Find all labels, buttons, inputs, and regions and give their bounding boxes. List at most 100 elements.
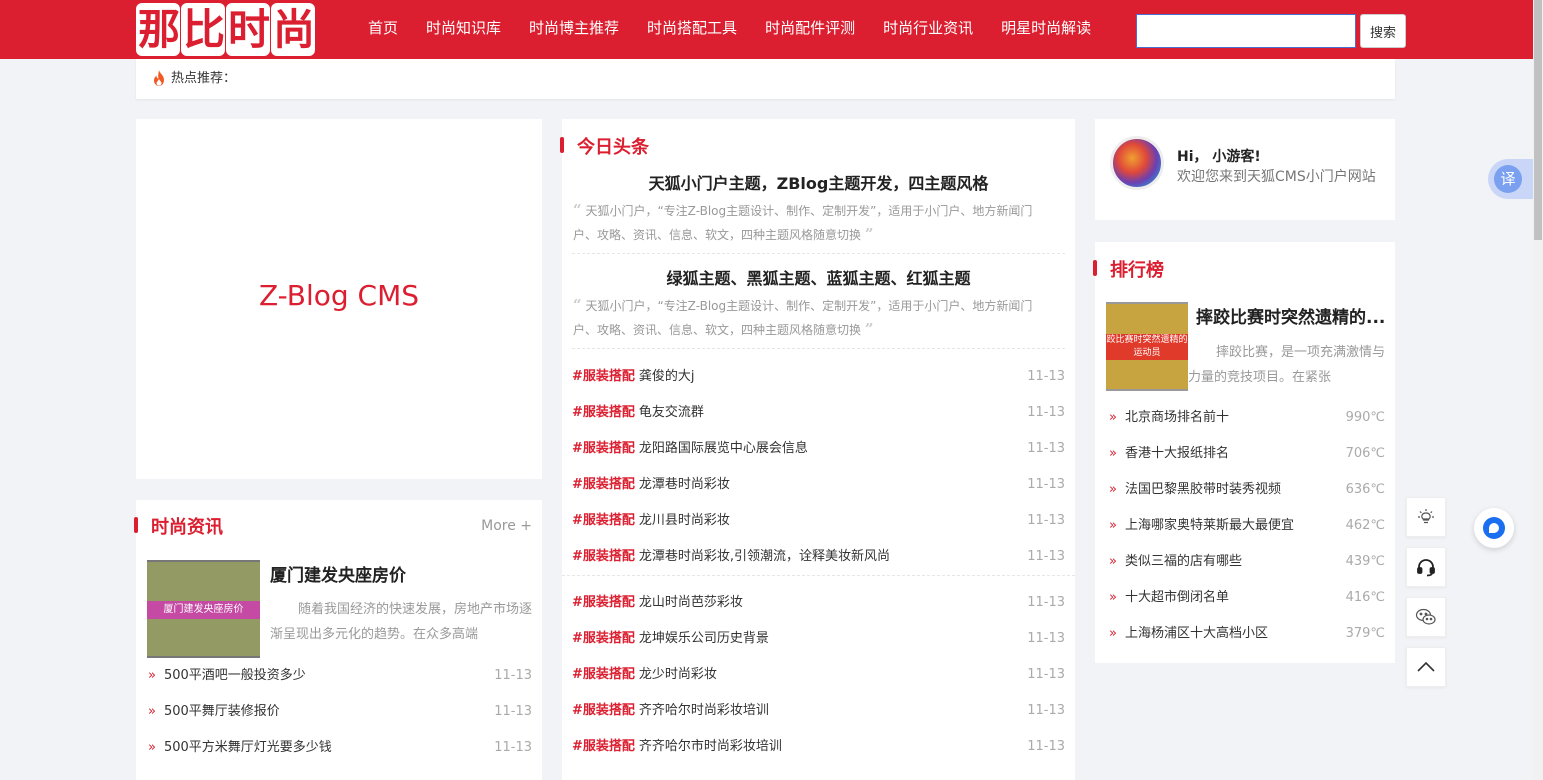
list-item[interactable]: » 500平方米舞厅灯光要多少钱 11-13: [148, 730, 532, 766]
feature-title[interactable]: 厦门建发央座房价: [270, 561, 532, 586]
list-item-title: 龙川县时尚彩妆: [638, 513, 730, 528]
category-tag[interactable]: #服装搭配: [572, 739, 635, 754]
chevron-right-icon: »: [1109, 410, 1117, 425]
ranking-item[interactable]: » 香港十大报纸排名 706℃: [1109, 436, 1385, 472]
search-button[interactable]: 搜索: [1360, 14, 1406, 48]
headline-desc-text: 天狐小门户，“专注Z-Blog主题设计、制作、定制开发”，适用于小门户、地方新闻…: [573, 299, 1033, 337]
list-item-date: 11-13: [1027, 477, 1065, 492]
category-tag[interactable]: #服装搭配: [572, 369, 635, 384]
category-tag[interactable]: #服装搭配: [572, 703, 635, 718]
welcome-greeting: Hi， 小游客!: [1177, 149, 1261, 165]
list-item[interactable]: #服装搭配 齐齐哈尔市时尚彩妆培训 11-13: [572, 729, 1065, 765]
category-tag[interactable]: #服装搭配: [572, 595, 635, 610]
wechat-icon: [1415, 608, 1436, 625]
list-item-date: 11-13: [1027, 405, 1065, 420]
headline-title[interactable]: 绿狐主题、黑狐主题、蓝狐主题、红狐主题: [572, 265, 1065, 289]
fashion-news-panel: 时尚资讯 More + 厦门建发央座房价 厦门建发央座房价 随着我国经济的快速发…: [134, 500, 542, 780]
chevron-right-icon: »: [1109, 626, 1117, 641]
ranking-item-heat: 439℃: [1345, 554, 1385, 569]
ranking-item-heat: 706℃: [1345, 446, 1385, 461]
translate-button[interactable]: 译: [1488, 159, 1533, 199]
page-scrollbar[interactable]: [1533, 0, 1543, 780]
ranking-item-title: 法国巴黎黑胶带时装秀视频: [1124, 482, 1281, 497]
list-item[interactable]: #服装搭配 龙少时尚彩妆 11-13: [572, 657, 1065, 693]
nav-item-celebrity[interactable]: 明星时尚解读: [987, 0, 1105, 59]
headline-title[interactable]: 天狐小门户主题，ZBlog主题开发，四主题风格: [572, 170, 1065, 194]
nav-item-accessories[interactable]: 时尚配件评测: [751, 0, 869, 59]
ranking-item-title: 北京商场排名前十: [1124, 410, 1229, 425]
ranking-item[interactable]: » 北京商场排名前十 990℃: [1109, 400, 1385, 436]
list-item[interactable]: #服装搭配 齐齐哈尔时尚彩妆培训 11-13: [572, 693, 1065, 729]
headline-desc: “ 天狐小门户，“专注Z-Blog主题设计、制作、定制开发”，适用于小门户、地方…: [573, 199, 1056, 247]
customer-service-button[interactable]: [1406, 547, 1446, 587]
category-tag[interactable]: #服装搭配: [572, 549, 635, 564]
ranking-item[interactable]: » 法国巴黎黑胶带时装秀视频 636℃: [1109, 472, 1385, 508]
list-item-date: 11-13: [1027, 595, 1065, 610]
list-item[interactable]: #服装搭配 龙潭巷时尚彩妆 11-13: [572, 467, 1065, 503]
hot-recommend-bar: 热点推荐：: [136, 59, 1395, 99]
chat-icon: [1483, 517, 1505, 539]
ranking-item[interactable]: » 上海杨浦区十大高档小区 379℃: [1109, 616, 1385, 652]
list-item[interactable]: #服装搭配 龚俊的大j 11-13: [572, 359, 1065, 395]
ranking-item-heat: 462℃: [1345, 518, 1385, 533]
ranking-item-title: 十大超市倒闭名单: [1124, 590, 1229, 605]
scrollbar-thumb[interactable]: [1534, 0, 1542, 240]
banner-panel[interactable]: Z-Blog CMS: [136, 119, 542, 479]
list-item[interactable]: » 500平舞厅装修报价 11-13: [148, 694, 532, 730]
nav-item-home[interactable]: 首页: [354, 0, 412, 59]
ranking-feature-desc: 摔跤比赛，是一项充满激情与力量的竞技项目。在紧张: [1188, 345, 1386, 385]
search-input[interactable]: [1136, 14, 1356, 48]
list-item-title: 龚俊的大j: [638, 369, 695, 384]
ranking-item-title: 香港十大报纸排名: [1124, 446, 1229, 461]
chevron-right-icon: »: [148, 668, 156, 683]
list-item[interactable]: » 500平酒吧一般投资多少 11-13: [148, 658, 532, 694]
ranking-item[interactable]: » 类似三福的店有哪些 439℃: [1109, 544, 1385, 580]
ranking-item[interactable]: » 上海哪家奥特莱斯最大最便宜 462℃: [1109, 508, 1385, 544]
list-item[interactable]: #服装搭配 龙山时尚芭莎彩妆 11-13: [572, 585, 1065, 621]
logo-character: 尚: [271, 3, 315, 56]
welcome-message: 欢迎您来到天狐CMS小门户网站: [1177, 169, 1376, 185]
nav-item-tools[interactable]: 时尚搭配工具: [633, 0, 751, 59]
category-tag[interactable]: #服装搭配: [572, 405, 635, 420]
headline-desc: “ 天狐小门户，“专注Z-Blog主题设计、制作、定制开发”，适用于小门户、地方…: [573, 294, 1056, 342]
wechat-button[interactable]: [1406, 597, 1446, 637]
list-item[interactable]: #服装搭配 龙川县时尚彩妆 11-13: [572, 503, 1065, 539]
site-logo[interactable]: 那比时尚: [136, 3, 330, 56]
ranking-feature-thumbnail[interactable]: 跤比赛时突然遗精的运动员: [1106, 302, 1188, 391]
list-item-title: 500平舞厅装修报价: [163, 704, 280, 719]
nav-item-bloggers[interactable]: 时尚博主推荐: [515, 0, 633, 59]
chevron-right-icon: »: [1109, 590, 1117, 605]
list-item-date: 11-13: [494, 668, 532, 683]
bulb-icon: [1418, 509, 1434, 524]
theme-toggle-button[interactable]: [1406, 497, 1446, 537]
list-item[interactable]: #服装搭配 龟友交流群 11-13: [572, 395, 1065, 431]
category-tag[interactable]: #服装搭配: [572, 477, 635, 492]
category-tag[interactable]: #服装搭配: [572, 667, 635, 682]
category-tag[interactable]: #服装搭配: [572, 513, 635, 528]
list-item-date: 11-13: [1027, 667, 1065, 682]
chat-bubble-button[interactable]: [1474, 508, 1514, 548]
headline-desc-text: 天狐小门户，“专注Z-Blog主题设计、制作、定制开发”，适用于小门户、地方新闻…: [573, 204, 1033, 242]
headlines-panel: 今日头条 天狐小门户主题，ZBlog主题开发，四主题风格 “ 天狐小门户，“专注…: [560, 119, 1075, 780]
back-to-top-button[interactable]: [1406, 647, 1446, 687]
ranking-item-heat: 416℃: [1345, 590, 1385, 605]
feature-thumbnail[interactable]: 厦门建发央座房价: [147, 560, 260, 658]
divider: [572, 348, 1065, 349]
category-tag[interactable]: #服装搭配: [572, 631, 635, 646]
nav-item-industry[interactable]: 时尚行业资讯: [869, 0, 987, 59]
more-link[interactable]: More +: [481, 518, 532, 534]
thumbnail-caption: 跤比赛时突然遗精的运动员: [1106, 334, 1188, 360]
ranking-item-title: 上海杨浦区十大高档小区: [1124, 626, 1268, 641]
ranking-feature-title[interactable]: 摔跤比赛时突然遗精的...: [1196, 303, 1386, 328]
list-item[interactable]: #服装搭配 龙阳路国际展览中心展会信息 11-13: [572, 431, 1065, 467]
quote-open-icon: “: [573, 201, 582, 219]
main-nav: 首页 时尚知识库 时尚博主推荐 时尚搭配工具 时尚配件评测 时尚行业资讯 明星时…: [354, 0, 1105, 59]
category-tag[interactable]: #服装搭配: [572, 441, 635, 456]
avatar[interactable]: [1110, 136, 1164, 190]
list-item[interactable]: #服装搭配 龙坤娱乐公司历史背景 11-13: [572, 621, 1065, 657]
nav-item-knowledge[interactable]: 时尚知识库: [412, 0, 515, 59]
ranking-item[interactable]: » 十大超市倒闭名单 416℃: [1109, 580, 1385, 616]
list-item[interactable]: #服装搭配 龙潭巷时尚彩妆,引领潮流，诠释美妆新风尚 11-13: [572, 539, 1065, 575]
list-item-title: 齐齐哈尔时尚彩妆培训: [638, 703, 769, 718]
ranking-item-title: 类似三福的店有哪些: [1124, 554, 1242, 569]
